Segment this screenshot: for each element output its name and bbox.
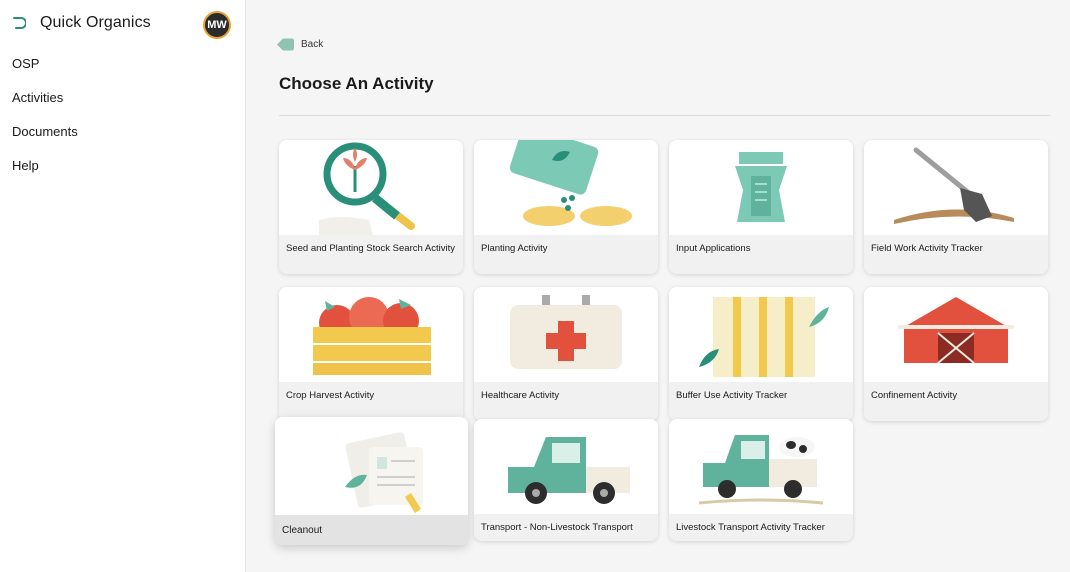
card-label: Buffer Use Activity Tracker xyxy=(669,382,853,421)
activity-card-seed-planting-stock[interactable]: Seed and Planting Stock Search Activity xyxy=(279,140,463,274)
card-label: Input Applications xyxy=(669,235,853,274)
app-name: Quick Organics xyxy=(40,14,151,31)
back-arrow-icon xyxy=(277,38,294,51)
activity-card-planting[interactable]: Planting Activity xyxy=(474,140,658,274)
activity-card-confinement[interactable]: Confinement Activity xyxy=(864,287,1048,421)
title-divider xyxy=(279,115,1050,116)
sidebar-nav: OSP Activities Documents Help xyxy=(12,56,78,192)
sidebar-item-activities[interactable]: Activities xyxy=(12,90,78,124)
livestock-truck-icon xyxy=(669,419,853,514)
fertilizer-bottle-icon xyxy=(669,140,853,235)
activity-card-input-applications[interactable]: Input Applications xyxy=(669,140,853,274)
activity-card-field-work[interactable]: Field Work Activity Tracker xyxy=(864,140,1048,274)
documents-icon xyxy=(275,417,468,515)
main-content: Back Choose An Activity Seed and Plantin… xyxy=(247,0,1070,572)
card-label: Transport - Non-Livestock Transport xyxy=(474,514,658,541)
magnifier-seedling-icon xyxy=(279,140,463,235)
buffer-strip-icon xyxy=(669,287,853,382)
card-label: Healthcare Activity xyxy=(474,382,658,421)
sidebar-item-documents[interactable]: Documents xyxy=(12,124,78,158)
back-label: Back xyxy=(301,39,324,50)
activity-card-livestock-transport[interactable]: Livestock Transport Activity Tracker xyxy=(669,419,853,541)
card-label: Confinement Activity xyxy=(864,382,1048,421)
activity-card-crop-harvest[interactable]: Crop Harvest Activity xyxy=(279,287,463,421)
card-label: Planting Activity xyxy=(474,235,658,274)
card-label: Livestock Transport Activity Tracker xyxy=(669,514,853,541)
barn-icon xyxy=(864,287,1048,382)
sidebar: Quick Organics MW OSP Activities Documen… xyxy=(0,0,246,572)
first-aid-kit-icon xyxy=(474,287,658,382)
sidebar-item-help[interactable]: Help xyxy=(12,158,78,192)
card-label: Seed and Planting Stock Search Activity xyxy=(279,235,463,274)
card-label: Crop Harvest Activity xyxy=(279,382,463,421)
brand[interactable]: Quick Organics xyxy=(12,14,151,32)
sidebar-item-osp[interactable]: OSP xyxy=(12,56,78,90)
activity-card-healthcare[interactable]: Healthcare Activity xyxy=(474,287,658,421)
avatar[interactable]: MW xyxy=(203,11,231,39)
activity-card-buffer-use[interactable]: Buffer Use Activity Tracker xyxy=(669,287,853,421)
page-title: Choose An Activity xyxy=(279,74,434,93)
activity-card-cleanout[interactable]: Cleanout xyxy=(275,417,468,545)
pickup-truck-icon xyxy=(474,419,658,514)
seed-bag-icon xyxy=(474,140,658,235)
card-label: Field Work Activity Tracker xyxy=(864,235,1048,274)
card-label: Cleanout xyxy=(275,515,468,545)
tomato-crate-icon xyxy=(279,287,463,382)
quick-organics-logo-icon xyxy=(13,17,26,29)
activity-card-non-livestock-transport[interactable]: Transport - Non-Livestock Transport xyxy=(474,419,658,541)
back-button[interactable]: Back xyxy=(277,38,323,51)
shovel-icon xyxy=(864,140,1048,235)
